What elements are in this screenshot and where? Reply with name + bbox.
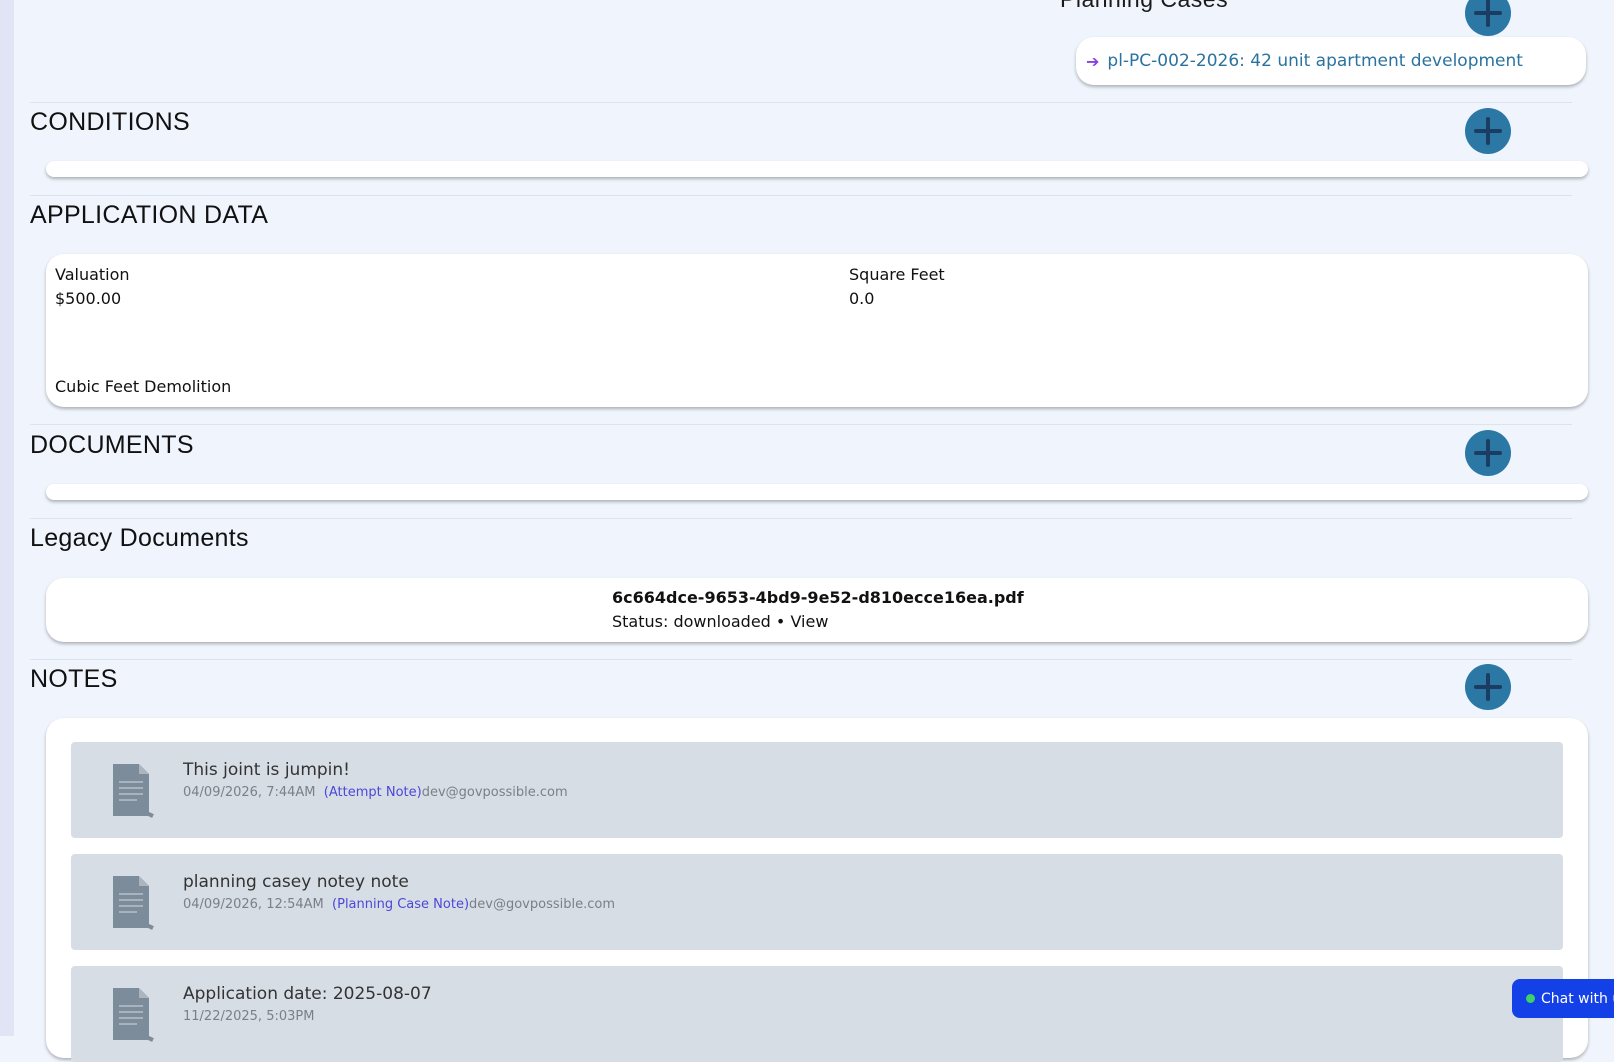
note-title: This joint is jumpin! (183, 760, 350, 780)
chat-button[interactable]: Chat with us (1512, 979, 1614, 1018)
note-type: (Attempt Note) (323, 785, 422, 800)
note-author: dev@govpossible.com (421, 785, 568, 800)
add-note-button[interactable] (1465, 664, 1511, 710)
note-title: planning casey notey note (183, 872, 409, 892)
square-feet-value: 0.0 (849, 289, 875, 308)
left-rail (0, 0, 14, 1036)
view-document-link[interactable]: View (790, 612, 828, 631)
valuation-value: $500.00 (55, 289, 122, 308)
legacy-document-filename: 6c664dce-9653-4bd9-9e52-d810ecce16ea.pdf (612, 588, 1024, 607)
online-status-dot (1526, 994, 1535, 1003)
document-note-icon (113, 876, 154, 930)
planning-case-link[interactable]: pl-PC-002-2026: 42 unit apartment develo… (1107, 51, 1523, 71)
document-note-icon (113, 764, 154, 818)
note-item[interactable]: planning casey notey note 04/09/2026, 12… (71, 854, 1563, 950)
note-meta: 04/09/2026, 7:44AM (Attempt Note)dev@gov… (183, 785, 568, 800)
note-timestamp: 11/22/2025, 5:03PM (183, 1009, 315, 1024)
add-planning-case-button[interactable] (1465, 0, 1511, 36)
note-timestamp: 04/09/2026, 12:54AM (183, 897, 324, 912)
note-author: dev@govpossible.com (469, 897, 615, 912)
legacy-document-status: Status: downloaded • View (612, 612, 828, 631)
square-feet-label: Square Feet (849, 265, 945, 284)
note-item[interactable]: Application date: 2025-08-07 11/22/2025,… (71, 966, 1563, 1062)
note-title: Application date: 2025-08-07 (183, 984, 432, 1004)
divider (30, 424, 1572, 425)
note-item[interactable]: This joint is jumpin! 04/09/2026, 7:44AM… (71, 742, 1563, 838)
note-meta: 11/22/2025, 5:03PM (183, 1009, 314, 1024)
status-text: Status: downloaded • (612, 612, 791, 631)
add-condition-button[interactable] (1465, 108, 1511, 154)
planning-cases-title: Planning Cases (1060, 0, 1228, 13)
note-type: (Planning Case Note) (332, 897, 470, 912)
add-document-button[interactable] (1465, 430, 1511, 476)
divider (30, 102, 1572, 103)
planning-case-card: ➔ pl-PC-002-2026: 42 unit apartment deve… (1076, 37, 1586, 85)
documents-card (46, 484, 1588, 500)
valuation-label: Valuation (55, 265, 130, 284)
note-meta: 04/09/2026, 12:54AM (Planning Case Note)… (183, 897, 615, 912)
application-data-title: APPLICATION DATA (30, 201, 269, 229)
divider (30, 518, 1572, 519)
note-timestamp: 04/09/2026, 7:44AM (183, 785, 316, 800)
divider (30, 195, 1572, 196)
conditions-card (46, 161, 1588, 177)
notes-title: NOTES (30, 665, 118, 693)
divider (30, 659, 1572, 660)
application-data-card: Valuation $500.00 Square Feet 0.0 Cubic … (46, 254, 1588, 407)
cubic-feet-demolition-label: Cubic Feet Demolition (55, 377, 232, 396)
documents-title: DOCUMENTS (30, 431, 194, 459)
arrow-right-icon: ➔ (1086, 51, 1100, 71)
chat-label: Chat with us (1541, 990, 1614, 1007)
conditions-title: CONDITIONS (30, 108, 190, 136)
legacy-documents-title: Legacy Documents (30, 524, 249, 552)
document-note-icon (113, 988, 154, 1042)
